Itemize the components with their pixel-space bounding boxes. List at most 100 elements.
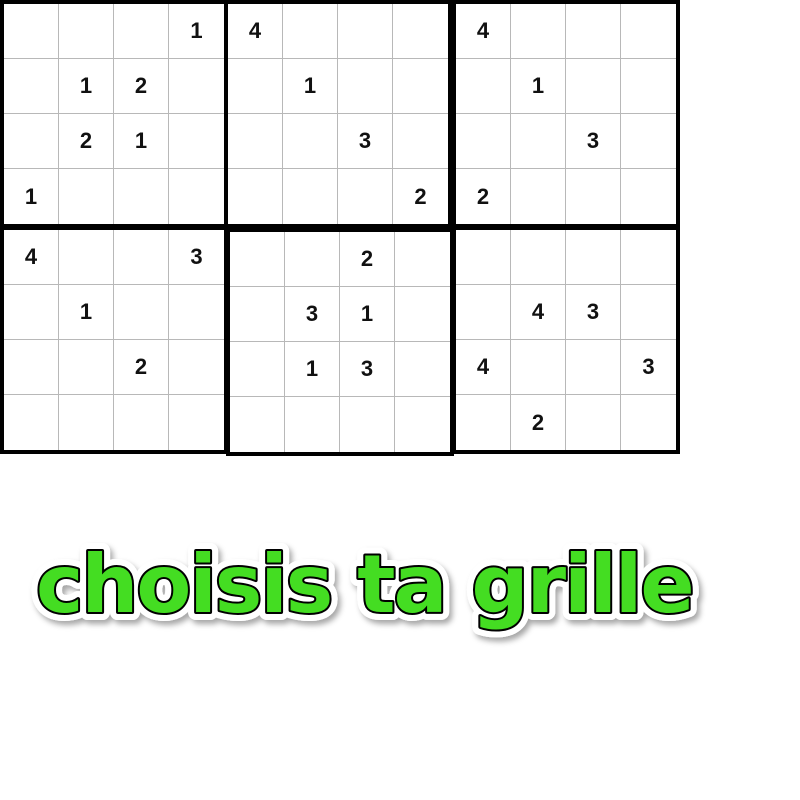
sudoku-cell[interactable]: 1 — [340, 287, 395, 342]
sudoku-cell[interactable] — [230, 232, 285, 287]
sudoku-cell[interactable] — [621, 59, 676, 114]
sudoku-cell[interactable] — [59, 395, 114, 450]
sudoku-cell[interactable] — [283, 4, 338, 59]
sudoku-cell[interactable] — [230, 397, 285, 452]
sudoku-cell[interactable] — [169, 340, 224, 395]
sudoku-cell[interactable]: 4 — [511, 285, 566, 340]
grid-2[interactable]: 4132 — [224, 0, 452, 228]
sudoku-cell[interactable] — [228, 169, 283, 224]
sudoku-cell[interactable] — [114, 169, 169, 224]
grid-3[interactable]: 4132 — [452, 0, 680, 228]
sudoku-cell[interactable] — [114, 395, 169, 450]
sudoku-cell[interactable] — [230, 287, 285, 342]
sudoku-cell[interactable]: 1 — [59, 285, 114, 340]
sudoku-cell[interactable] — [169, 59, 224, 114]
grid-4[interactable]: 4 312 — [0, 226, 228, 454]
sudoku-cell[interactable] — [285, 397, 340, 452]
sudoku-cell[interactable]: 4 — [4, 230, 59, 285]
sudoku-cell[interactable] — [456, 59, 511, 114]
sudoku-cell[interactable] — [169, 169, 224, 224]
sudoku-cell[interactable] — [114, 285, 169, 340]
sudoku-cell[interactable]: 3 — [566, 114, 621, 169]
sudoku-cell[interactable] — [4, 285, 59, 340]
sudoku-cell[interactable]: 4 — [228, 4, 283, 59]
sudoku-cell[interactable] — [511, 4, 566, 59]
sudoku-cell[interactable] — [228, 114, 283, 169]
sudoku-cell[interactable] — [395, 397, 450, 452]
sudoku-cell[interactable] — [456, 285, 511, 340]
sudoku-cell[interactable] — [114, 4, 169, 59]
sudoku-cell[interactable] — [393, 114, 448, 169]
sudoku-cell[interactable] — [4, 59, 59, 114]
sudoku-cell[interactable] — [566, 230, 621, 285]
sudoku-cell[interactable] — [566, 169, 621, 224]
sudoku-cell[interactable] — [566, 4, 621, 59]
sudoku-cell[interactable] — [338, 59, 393, 114]
sudoku-cell[interactable]: 2 — [393, 169, 448, 224]
sudoku-cell[interactable] — [114, 230, 169, 285]
grid-6[interactable]: 43432 — [452, 226, 680, 454]
sudoku-cell[interactable]: 3 — [340, 342, 395, 397]
sudoku-cell[interactable]: 1 — [59, 59, 114, 114]
sudoku-cell[interactable] — [4, 340, 59, 395]
sudoku-cell[interactable] — [456, 114, 511, 169]
sudoku-cell[interactable] — [621, 169, 676, 224]
sudoku-cell[interactable] — [456, 230, 511, 285]
sudoku-cell[interactable] — [511, 340, 566, 395]
sudoku-cell[interactable]: 1 — [283, 59, 338, 114]
sudoku-cell[interactable] — [59, 4, 114, 59]
sudoku-cell[interactable] — [393, 59, 448, 114]
sudoku-cell[interactable] — [283, 114, 338, 169]
sudoku-cell[interactable] — [169, 114, 224, 169]
sudoku-cell[interactable] — [511, 114, 566, 169]
sudoku-cell[interactable] — [393, 4, 448, 59]
sudoku-cell[interactable] — [621, 395, 676, 450]
sudoku-cell[interactable] — [566, 340, 621, 395]
sudoku-cell[interactable]: 2 — [456, 169, 511, 224]
grid-1[interactable]: 112211 — [0, 0, 228, 228]
sudoku-cell[interactable]: 2 — [511, 395, 566, 450]
sudoku-cell[interactable] — [621, 230, 676, 285]
sudoku-cell[interactable] — [395, 342, 450, 397]
sudoku-cell[interactable]: 4 — [456, 4, 511, 59]
sudoku-cell[interactable]: 2 — [114, 59, 169, 114]
sudoku-cell[interactable] — [340, 397, 395, 452]
sudoku-cell[interactable] — [395, 232, 450, 287]
sudoku-cell[interactable] — [456, 395, 511, 450]
sudoku-cell[interactable]: 1 — [285, 342, 340, 397]
sudoku-cell[interactable] — [566, 395, 621, 450]
sudoku-cell[interactable] — [395, 287, 450, 342]
sudoku-cell[interactable] — [283, 169, 338, 224]
sudoku-cell[interactable] — [228, 59, 283, 114]
sudoku-cell[interactable]: 3 — [338, 114, 393, 169]
sudoku-cell[interactable]: 3 — [169, 230, 224, 285]
sudoku-cell[interactable]: 1 — [169, 4, 224, 59]
sudoku-cell[interactable] — [511, 169, 566, 224]
sudoku-cell[interactable] — [338, 4, 393, 59]
sudoku-cell[interactable] — [4, 4, 59, 59]
sudoku-cell[interactable] — [566, 59, 621, 114]
sudoku-cell[interactable] — [169, 395, 224, 450]
grid-5[interactable]: 23113 — [226, 228, 454, 456]
sudoku-cell[interactable] — [621, 4, 676, 59]
sudoku-cell[interactable] — [511, 230, 566, 285]
sudoku-cell[interactable] — [4, 114, 59, 169]
sudoku-cell[interactable] — [59, 230, 114, 285]
sudoku-cell[interactable]: 2 — [114, 340, 169, 395]
sudoku-cell[interactable]: 4 — [456, 340, 511, 395]
sudoku-cell[interactable] — [230, 342, 285, 397]
sudoku-cell[interactable]: 1 — [511, 59, 566, 114]
sudoku-cell[interactable] — [59, 340, 114, 395]
sudoku-cell[interactable] — [4, 395, 59, 450]
sudoku-cell[interactable]: 1 — [4, 169, 59, 224]
sudoku-cell[interactable]: 2 — [59, 114, 114, 169]
sudoku-cell[interactable]: 3 — [566, 285, 621, 340]
sudoku-cell[interactable]: 3 — [285, 287, 340, 342]
sudoku-cell[interactable]: 2 — [340, 232, 395, 287]
sudoku-cell[interactable] — [338, 169, 393, 224]
sudoku-cell[interactable] — [621, 114, 676, 169]
sudoku-cell[interactable] — [59, 169, 114, 224]
sudoku-cell[interactable] — [285, 232, 340, 287]
sudoku-cell[interactable]: 1 — [114, 114, 169, 169]
sudoku-cell[interactable] — [621, 285, 676, 340]
